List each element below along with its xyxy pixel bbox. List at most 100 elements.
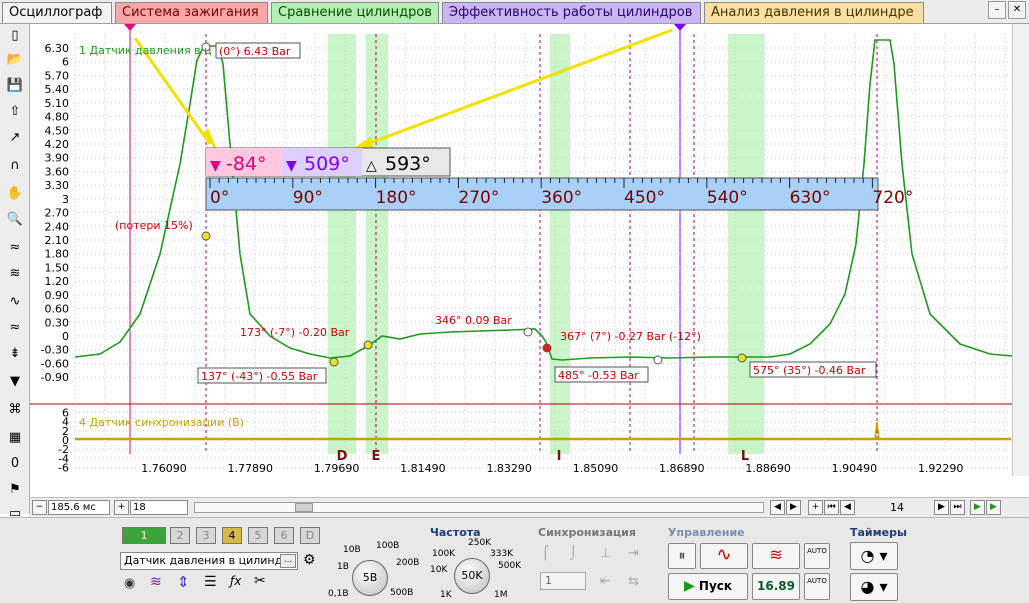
oscillogram-plot[interactable]: 6.3065.705.405.104.804.504.203.903.603.3… [30,24,1020,476]
channel-6-button[interactable]: 6 [274,527,294,544]
timer-2-button[interactable]: ◕ ▾ [850,573,898,601]
x-tick-label: 1.76090 [141,462,187,475]
pause-button[interactable]: ⏸ [668,543,696,569]
zone-letter-I: I [557,449,562,464]
time-scrollbar[interactable] [194,502,764,513]
eye-icon[interactable]: ◉ [124,576,135,591]
hand-icon[interactable]: ✋ [5,184,25,204]
tools-icon[interactable]: ✂ [254,573,266,589]
lines-icon[interactable]: ☰ [204,574,217,590]
channel-1-button[interactable]: 1 [122,527,166,544]
add-page-button[interactable]: + [808,500,823,515]
tab-bar: Осциллограф Система зажигания Сравнение … [0,0,1029,24]
waveform-icon[interactable]: ≋ [150,574,162,590]
sync-falling-icon[interactable]: ⌡ [570,546,577,561]
annotation-575: 575° (35°) -0.46 Bar [753,364,866,377]
right-scroll-strip[interactable] [1012,24,1029,476]
frequency-knob[interactable]: 50K [454,558,490,594]
table-icon[interactable]: ▦ [5,428,25,448]
sync-rising-icon[interactable]: ⌠ [542,546,549,561]
curve-icon[interactable]: ∩ [5,156,25,176]
auto-icon[interactable]: ⇧ [5,102,25,122]
y-tick-label: 3.90 [45,152,70,165]
freq-label-500k: 500K [498,561,522,571]
y-tick-label: 5.70 [45,69,70,82]
align-icon[interactable]: ⇟ [5,344,25,364]
freq-label-10k: 10K [430,565,448,575]
channel-3-button[interactable]: 3 [196,527,216,544]
x-tick-label: 1.77890 [228,462,274,475]
last-page-button[interactable]: ⏭ [950,500,965,515]
zero-icon[interactable]: 0 [5,454,25,474]
y-tick-label: 2.70 [45,207,70,220]
waves2-icon[interactable]: ≋ [5,264,25,284]
zoom-icon[interactable]: 🔍 [5,210,25,230]
folder-open-icon[interactable]: 📂 [5,50,25,70]
play-button[interactable]: ▶ [970,500,985,515]
first-page-button[interactable]: ⏮ [824,500,839,515]
sync-mode-icon[interactable]: ⇤ [600,574,611,589]
run-button[interactable]: ▶ Пуск [668,573,748,600]
sync-title: Синхронизация [538,526,636,539]
time-scroll-thumb[interactable] [295,503,313,512]
sync-channel-select[interactable]: 1 [540,572,586,590]
delta-icon: △ [366,158,377,174]
close-button[interactable]: ✕ [1008,1,1026,19]
save-icon[interactable]: 💾 [5,76,25,96]
y-tick-label: 1.50 [45,261,70,274]
tab-cylinder-pressure[interactable]: Анализ давления в цилиндре [704,2,924,23]
network-icon[interactable]: ⌘ [5,400,25,420]
tab-ignition-system[interactable]: Система зажигания [115,2,268,23]
sync-level-icon[interactable]: ⊥ [600,546,611,561]
degree-label: 540° [707,188,748,208]
next-page-button[interactable]: ▶ [934,500,949,515]
vertical-scale-icon[interactable]: ⇕ [177,573,190,591]
voltage-knob[interactable]: 5В [352,560,388,596]
tab-cylinder-efficiency[interactable]: Эффективность работы цилиндров [442,2,701,23]
zoom-out-button[interactable]: − [32,500,47,515]
file-new-icon[interactable]: ▯ [5,26,25,46]
y-tick-label: 6.30 [45,42,70,55]
y-tick-label: 4.80 [45,111,70,124]
y-tick-label: 3.60 [45,165,70,178]
channel-name-more-button[interactable]: ... [280,554,296,568]
sync-mode2-icon[interactable]: ⇆ [628,574,639,589]
play-fast-button[interactable]: ▶ [986,500,1001,515]
channel-d-button[interactable]: D [300,527,320,544]
channel-5-button[interactable]: 5 [248,527,268,544]
degree-label: 630° [790,188,831,208]
scroll-left-button[interactable]: ◀ [770,500,785,515]
x-tick-label: 1.86890 [659,462,705,475]
prev-page-button[interactable]: ◀ [840,500,855,515]
timer-1-button[interactable]: ◔ ▾ [850,542,898,570]
auto-button-2[interactable]: AUTO [804,573,830,600]
waves4-icon[interactable]: ≈ [5,318,25,338]
zoom-in-button[interactable]: + [114,500,129,515]
channel-name-field[interactable]: Датчик давления в цилиндре [120,552,298,570]
x-tick-label: 1.92290 [918,462,964,475]
filter-icon[interactable]: ▼ [5,372,25,392]
sync-arrow-icon[interactable]: ⇥ [628,546,639,561]
channel-2-button[interactable]: 2 [170,527,190,544]
noise-mode-button[interactable]: ≋ [752,543,800,569]
scroll-right-button[interactable]: ▶ [786,500,801,515]
tab-cylinder-comparison[interactable]: Сравнение цилиндров [271,2,439,23]
y-tick-label: -0.30 [41,344,69,357]
timebase-select[interactable]: 185.6 мс [48,500,110,515]
auto-button-1[interactable]: AUTO [804,543,830,569]
waves3-icon[interactable]: ∿ [5,292,25,312]
tab-oscilloscope[interactable]: Осциллограф [2,2,112,23]
waves-icon[interactable]: ≈ [5,238,25,258]
point-marker-4 [542,343,552,353]
y-tick-label: 0.60 [45,303,70,316]
zoom-select[interactable]: 18 [130,500,188,515]
sine-mode-button[interactable]: ∿ [700,543,748,569]
minimize-button[interactable]: – [988,1,1006,19]
channel-4-button[interactable]: 4 [222,527,242,544]
sensor-settings-icon[interactable]: ⚙ [303,552,321,570]
function-icon[interactable]: ƒx [230,574,241,588]
cursor-icon[interactable]: ↗ [5,128,25,148]
channel-1-label: 1 Датчик давления в ц [79,44,212,57]
degree-label: 720° [872,188,913,208]
flag-icon[interactable]: ⚑ [5,480,25,500]
